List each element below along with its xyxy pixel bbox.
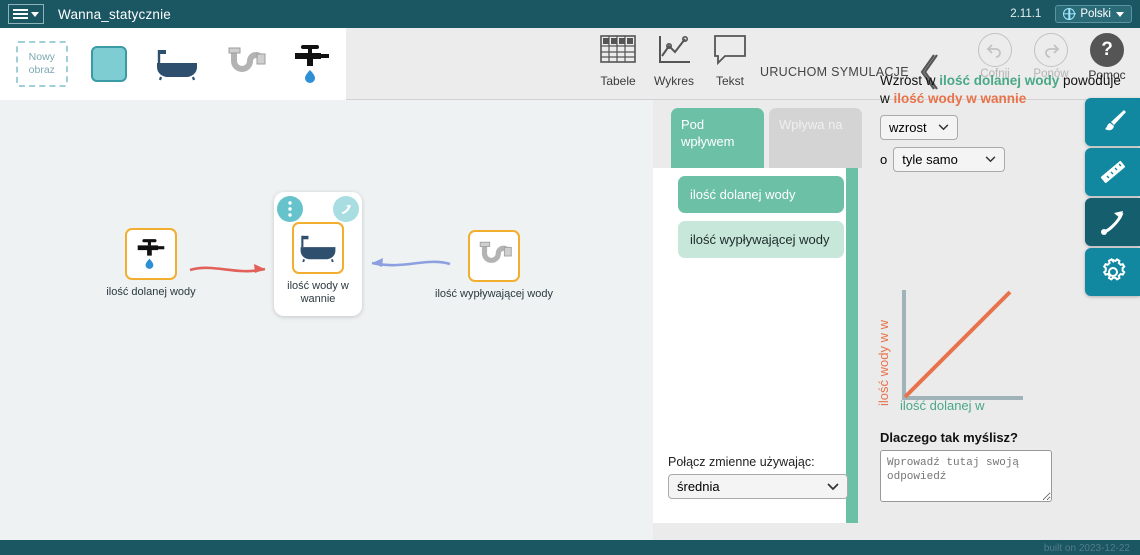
chevron-down-icon [31,11,39,17]
undo-icon [978,33,1012,67]
new-image-label: Nowy obraz [15,41,68,87]
tables-label: Tabele [600,74,636,88]
settings-tool-button[interactable] [1085,248,1140,296]
relation-preview-chart: ilość wody w w ilość dolanej w [876,288,1030,418]
combine-value: średnia [677,479,720,494]
chevron-down-icon [1116,11,1124,17]
chart-plot [902,290,1023,400]
build-date-label: built on 2023-12-22 [1043,543,1130,554]
tab-wplywa-na[interactable]: Wpływa na [769,108,862,168]
chevron-down-icon [938,124,949,131]
node-ilosc-wyplywajacej-wody[interactable]: ilość wypływającej wody [434,230,554,301]
palette-item-faucet[interactable] [278,34,346,94]
ruler-icon [1100,160,1125,184]
node-icon-wrapper [125,228,177,280]
node-ilosc-dolanej-wody[interactable]: ilość dolanej wody [91,228,211,299]
node-label: ilość wypływającej wody [435,288,553,300]
bathtub-icon [300,235,336,263]
chart-icon [659,36,690,63]
version-label: 2.11.1 [1010,8,1042,20]
chevron-down-icon [985,156,996,163]
palette-item-bathtub[interactable] [143,34,211,94]
language-label: Polski [1080,8,1111,20]
question-mark-icon: ? [1090,33,1124,67]
combine-label: Połącz zmienne używając: [668,455,815,469]
relation-target-variable: ilość wody w wannie [893,91,1027,106]
kebab-menu-icon[interactable] [277,196,303,222]
chart-label: Wykres [654,74,694,88]
color-swatch-icon [91,46,128,82]
text-label: Tekst [715,74,744,88]
speech-bubble-icon [714,35,746,66]
connection-arrows [189,258,451,273]
image-palette: Nowy obraz [0,28,346,100]
node-label: ilość wody w wannie [287,280,349,305]
project-title: Wanna_statycznie [58,6,172,22]
arrow-link-icon[interactable] [333,196,359,222]
relation-source-variable: ilość dolanej wody [939,73,1060,88]
node-icon-wrapper [292,222,344,274]
model-canvas[interactable]: ilość dolanej wody ilość wody w wannie i… [0,100,653,540]
faucet-icon [137,239,165,269]
pipe-icon [479,241,512,263]
combine-select[interactable]: średnia [668,474,848,499]
footer-bar [0,540,1140,555]
language-selector[interactable]: Polski [1055,5,1132,23]
relation-prefix: Wzrost w [880,73,940,88]
influencer-list: ilość dolanej wody ilość wypływającej wo… [653,168,858,258]
explanation-group: Dlaczego tak myślisz? [880,430,1055,507]
arrow-tool-button[interactable] [1085,198,1140,246]
effect-value: wzrost [889,120,927,135]
redo-icon [1034,33,1068,67]
arrow-tool-icon [1100,211,1123,235]
toolbar-center-actions: Tabele Wykres Tekst [592,32,756,88]
tool-rail [1085,98,1140,298]
panel-tabs: Pod wpływem Wpływa na [671,108,862,168]
ruler-tool-button[interactable] [1085,148,1140,196]
palette-item-pipe[interactable] [211,34,279,94]
tables-button[interactable]: Tabele [592,32,644,88]
hamburger-lines [13,9,28,19]
chevron-down-icon [827,482,839,490]
node-label: ilość dolanej wody [106,286,196,298]
hamburger-menu-icon[interactable] [8,4,44,24]
amount-value: tyle samo [902,152,958,167]
paintbrush-tool-button[interactable] [1085,98,1140,146]
chart-button[interactable]: Wykres [648,32,700,88]
effect-select[interactable]: wzrost [880,115,958,140]
by-label: o [880,152,888,167]
faucet-icon [295,45,330,83]
text-button[interactable]: Tekst [704,32,756,88]
globe-icon [1063,8,1076,20]
new-image-button[interactable]: Nowy obraz [8,34,76,94]
paintbrush-icon [1104,110,1126,131]
top-bar: Wanna_statycznie 2.11.1 Polski [0,0,1140,28]
bathtub-icon [156,50,197,81]
tab-pod-wplywem[interactable]: Pod wpływem [671,108,764,168]
table-icon [600,35,636,63]
node-icon-wrapper [468,230,520,282]
chart-y-axis-label: ilość wody w w [876,320,891,406]
node-ilosc-wody-w-wannie[interactable]: ilość wody w wannie [274,192,362,316]
why-answer-textarea[interactable] [880,450,1052,502]
chart-x-axis-label: ilość dolanej w [900,398,985,413]
top-bar-right: 2.11.1 Polski [1010,5,1140,23]
palette-item-color-swatch[interactable] [76,34,144,94]
combine-variables-group: Połącz zmienne używając: średnia [668,455,848,499]
gear-icon [1102,258,1125,281]
amount-select[interactable]: tyle samo [893,147,1006,172]
why-question-label: Dlaczego tak myślisz? [880,430,1018,445]
pipe-icon [228,47,266,72]
list-item[interactable]: ilość dolanej wody [678,176,844,213]
list-item[interactable]: ilość wypływającej wody [678,221,844,258]
